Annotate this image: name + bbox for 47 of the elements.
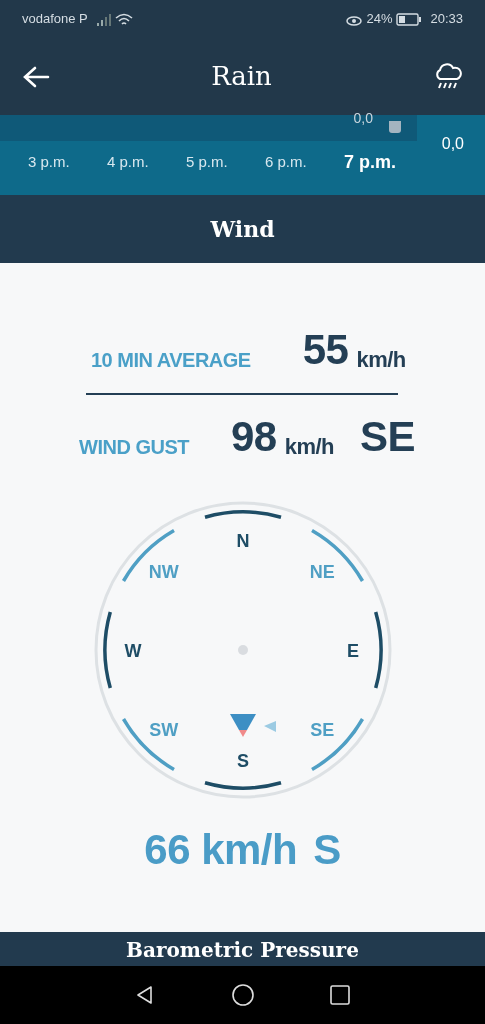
section-title: Wind [210,214,275,244]
gust-direction-marker [263,721,276,732]
compass-label: S [236,751,249,771]
signal-icon [95,13,112,26]
clock: 20:33 [430,10,463,29]
gust-label: WIND GUST [79,435,189,460]
compass-center-dot [237,645,248,655]
compass-label: N [236,531,249,551]
carrier-name: vodafone P [22,10,88,29]
wind-direction-pointer [229,714,256,737]
recent-apps-icon [328,984,351,1006]
rain-button[interactable] [433,62,463,91]
gust-value: 98 [230,412,277,462]
compass-label: NW [148,561,179,582]
compass-arc [310,718,364,771]
hour-label[interactable]: 3 p.m. [28,151,107,174]
section-title: Barometric Pressure [126,938,359,962]
back-arrow-icon [22,64,50,89]
screen-title: Rain [211,60,272,93]
compass-label: NE [309,561,335,582]
compass-arc [310,529,364,582]
gust-direction: SE [360,412,416,462]
average-value: 55 [302,325,349,375]
hour-label[interactable]: 6 p.m. [265,151,344,174]
compass-label: SE [309,720,334,741]
average-unit: km/h [356,346,406,374]
gust-unit: km/h [284,433,334,461]
rain-value: 0,0 [441,134,464,154]
compass-label: SW [148,720,178,741]
nav-button[interactable] [231,984,254,1006]
rain-bar-icon [389,120,401,135]
nav-button[interactable] [328,984,351,1006]
compass-label: W [124,641,141,661]
back-button[interactable] [22,64,50,89]
hour-label[interactable]: 4 p.m. [107,151,186,174]
current-direction: S [313,825,341,875]
battery-icon [396,13,423,27]
hour-label[interactable]: 7 p.m. [344,149,423,176]
hour-label[interactable]: 5 p.m. [186,151,265,174]
home-icon [231,984,254,1006]
current-speed: 66 km/h [144,825,298,875]
eye-icon [346,13,363,26]
average-label: 10 MIN AVERAGE [91,348,251,373]
rain-cloud-icon [433,62,463,91]
battery-percent: 24% [366,10,393,29]
wifi-icon [115,12,134,27]
compass-label: E [346,641,359,661]
